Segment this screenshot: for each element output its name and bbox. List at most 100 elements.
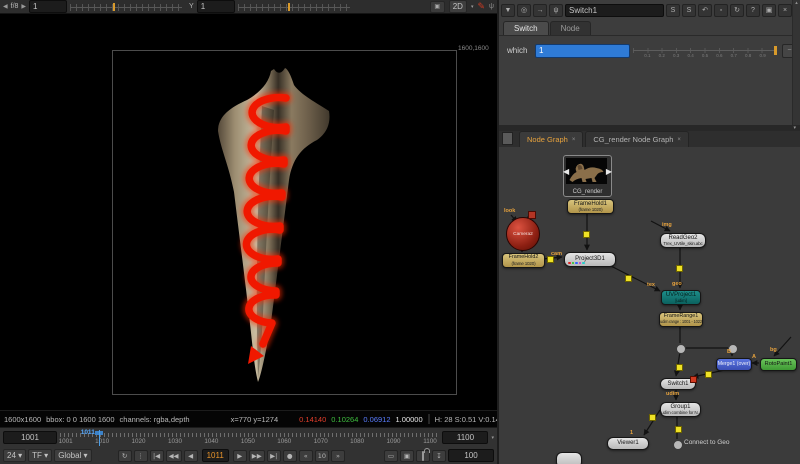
ruler-tick-label: 1030 [168, 438, 182, 445]
fork-icon[interactable]: ψ [549, 4, 563, 17]
connection-dot[interactable] [583, 231, 590, 238]
fit-range-button[interactable]: ↧ [432, 450, 446, 462]
loop-button[interactable]: ↻ [118, 450, 132, 462]
link-label-b: B [727, 349, 731, 355]
gain-next-button[interactable]: ▶ [21, 3, 26, 10]
gamma-slider[interactable] [238, 3, 350, 11]
node-camera2[interactable]: Camera2 [506, 217, 540, 251]
gain-slider-handle[interactable] [113, 3, 115, 11]
playhead-line[interactable] [99, 430, 100, 446]
color-sample-icon[interactable]: ψ [489, 3, 494, 10]
nodegraph-canvas[interactable]: ◀ ▶ CG_render FrameHold1 (frame 1020) Ca… [499, 147, 800, 464]
connection-dot[interactable] [675, 426, 682, 433]
layout-icon[interactable]: ▣ [430, 1, 445, 13]
close-tab-icon[interactable]: × [572, 137, 576, 143]
timeline-ruler[interactable]: 1001101010201030104010501060107010801090… [60, 430, 439, 446]
gamma-input[interactable]: 1 [197, 0, 235, 13]
node-project3d1[interactable]: Project3D1 [564, 252, 616, 267]
which-slider[interactable]: 0.10.20.30.40.50.60.70.80.9 [633, 45, 777, 57]
node-framehold1[interactable]: FrameHold1 (frame 1020) [567, 199, 614, 214]
scroll-up-icon[interactable]: ▴ [793, 0, 800, 6]
close-icon[interactable]: × [778, 4, 792, 17]
ruler-tick-label: 1040 [204, 438, 218, 445]
goto-start-button[interactable]: |◀ [150, 450, 164, 462]
which-tick-label: 0.2 [659, 53, 665, 58]
goto-end-button[interactable]: ▶| [267, 450, 281, 462]
range-b-button[interactable]: ▣ [400, 450, 414, 462]
lock-range-button[interactable] [416, 450, 430, 462]
range-menu-icon[interactable]: ▾ [491, 435, 494, 441]
fps-dropdown[interactable]: 24 ▾ [3, 449, 26, 462]
tab-node[interactable]: Node [550, 21, 591, 35]
filter-icon[interactable]: ▼ [501, 4, 515, 17]
tf-dropdown[interactable]: TF ▾ [28, 449, 52, 462]
undo-icon[interactable]: ↶ [698, 4, 712, 17]
connection-dot[interactable] [547, 256, 554, 263]
dot-node-3[interactable] [673, 440, 683, 450]
help-icon[interactable]: ? [746, 4, 760, 17]
view-mode-caret-icon[interactable]: ▾ [471, 4, 474, 10]
reload-icon[interactable]: ↻ [730, 4, 744, 17]
axis-mini-node[interactable] [528, 211, 536, 219]
tab-switch[interactable]: Switch [503, 21, 549, 35]
gain-prev-button[interactable]: ◀ [3, 3, 8, 10]
properties-left-icons: ▼◎→ψ [501, 4, 563, 17]
playhead-frame-label: 1011 [81, 429, 95, 436]
timeline-transport-row: 24 ▾ TF ▾ Global ▾ ↻⋮|◀◀◀◀1011▶▶▶▶|●«10»… [0, 447, 497, 464]
timeline-zoom-input[interactable]: 100 [448, 449, 494, 462]
gamma-slider-handle[interactable] [288, 3, 290, 11]
connection-dot[interactable] [625, 275, 632, 282]
node-partial[interactable] [556, 452, 582, 464]
dot-node-1[interactable] [676, 344, 686, 354]
range-a-button[interactable]: ▭ [384, 450, 398, 462]
prev-keyframe-button[interactable]: ◀◀ [166, 450, 182, 462]
connection-dot[interactable] [676, 364, 683, 371]
node-viewer1[interactable]: Viewer1 [607, 437, 649, 450]
clock-icon[interactable]: ◎ [517, 4, 531, 17]
close-tab-icon[interactable]: × [677, 137, 681, 143]
connection-dot[interactable] [676, 265, 683, 272]
node-framerange1[interactable]: FrameRange1 udim range : 1001 - 1022 [659, 312, 703, 327]
node-uvproject1[interactable]: UVProject1 [udim] [661, 290, 701, 305]
current-frame-display[interactable]: 1011 [202, 449, 229, 462]
connection-dot[interactable] [705, 371, 712, 378]
script-1-icon[interactable]: S [666, 4, 680, 17]
node-group1[interactable]: Group1 udim combine for N.. [660, 402, 701, 417]
node-rotopaint1[interactable]: RotoPaint1 [760, 358, 797, 371]
properties-scrollbar[interactable]: ▴ [792, 0, 800, 125]
which-slider-handle[interactable] [774, 46, 777, 55]
decrement-button[interactable]: « [299, 450, 313, 462]
tab-node-graph[interactable]: Node Graph × [519, 131, 583, 147]
play-forward-button[interactable]: ▶ [233, 450, 247, 462]
which-value-input[interactable]: 1 [535, 44, 630, 58]
center-node-icon[interactable]: → [533, 4, 547, 17]
node-merge1[interactable]: Merge1 (over) [716, 358, 752, 371]
gain-input[interactable]: 1 [29, 0, 67, 13]
stop-button[interactable]: ● [283, 450, 297, 462]
revert-icon[interactable]: ▫ [714, 4, 728, 17]
increment-button[interactable]: » [331, 450, 345, 462]
annotation-pen-icon[interactable]: ✎ [477, 1, 485, 12]
connection-dot[interactable] [649, 414, 656, 421]
aperture-label[interactable]: f/8 [11, 3, 19, 10]
node-framehold2[interactable]: FrameHold2 (frame 1020) [502, 253, 545, 268]
node-cg-render[interactable]: ◀ ▶ CG_render [563, 155, 612, 197]
view-mode-dropdown[interactable]: 2D [449, 0, 467, 13]
stamp-left-wedge-icon: ◀ [563, 168, 569, 176]
frame-mode-dropdown[interactable]: Global ▾ [54, 449, 91, 462]
pixel-color-swatch [428, 414, 430, 424]
gain-slider[interactable] [70, 3, 182, 11]
float-icon[interactable]: ▣ [762, 4, 776, 17]
next-keyframe-button[interactable]: ▶▶ [249, 450, 265, 462]
range-end-input[interactable]: 1100 [442, 431, 488, 444]
viewer-canvas[interactable]: 1600,1600 [0, 14, 497, 410]
play-backward-button[interactable]: ◀ [184, 450, 198, 462]
range-start-input[interactable]: 1001 [3, 431, 57, 444]
pane-layout-icon[interactable] [502, 132, 513, 145]
node-readgeo2[interactable]: ReadGeo2 Trex_UVtile_skin.abc [660, 233, 706, 248]
frame-increment-button[interactable]: 10 [315, 450, 329, 462]
range-menu-button[interactable]: ⋮ [134, 450, 148, 462]
script-2-icon[interactable]: S [682, 4, 696, 17]
node-name-input[interactable]: Switch1 [565, 4, 664, 17]
tab-cg-render-node-graph[interactable]: CG_render Node Graph × [585, 131, 689, 147]
